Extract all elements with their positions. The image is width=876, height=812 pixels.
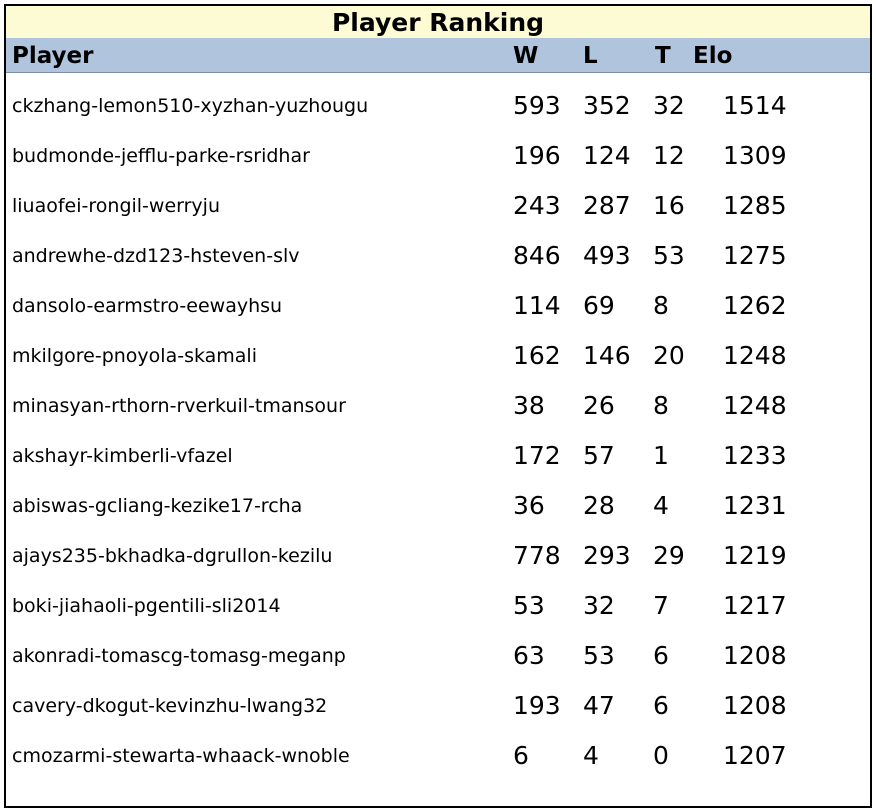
ties-cell: 29: [653, 541, 685, 570]
table-row: liuaofei-rongil-werryju 243 287 16 1285: [6, 181, 870, 231]
losses-cell: 493: [583, 241, 631, 270]
losses-cell: 69: [583, 291, 615, 320]
ties-cell: 6: [653, 641, 669, 670]
table-row: akonradi-tomascg-tomasg-meganp 63 53 6 1208: [6, 631, 870, 681]
table-title: Player Ranking: [6, 6, 870, 38]
losses-cell: 26: [583, 391, 615, 420]
wins-cell: 778: [513, 541, 561, 570]
ties-cell: 53: [653, 241, 685, 270]
table-row: cavery-dkogut-kevinzhu-lwang32 193 47 6 1208: [6, 681, 870, 731]
ties-cell: 20: [653, 341, 685, 370]
ties-cell: 1: [653, 441, 669, 470]
header-ties: T: [655, 43, 671, 69]
elo-cell: 1285: [723, 191, 787, 220]
player-name: cavery-dkogut-kevinzhu-lwang32: [12, 695, 328, 717]
player-name: akshayr-kimberli-vfazel: [12, 445, 233, 467]
player-name: dansolo-earmstro-eewayhsu: [12, 295, 283, 317]
table-header: Player W L T Elo: [6, 38, 870, 73]
elo-cell: 1208: [723, 691, 787, 720]
table-row: dansolo-earmstro-eewayhsu 114 69 8 1262: [6, 281, 870, 331]
elo-cell: 1514: [723, 91, 787, 120]
losses-cell: 352: [583, 91, 631, 120]
ties-cell: 8: [653, 391, 669, 420]
losses-cell: 287: [583, 191, 631, 220]
elo-cell: 1208: [723, 641, 787, 670]
player-name: andrewhe-dzd123-hsteven-slv: [12, 245, 300, 267]
ranking-table: Player Ranking Player W L T Elo ckzhang-…: [4, 4, 872, 808]
wins-cell: 114: [513, 291, 561, 320]
header-losses: L: [583, 43, 598, 69]
ties-cell: 6: [653, 691, 669, 720]
losses-cell: 28: [583, 491, 615, 520]
player-name: mkilgore-pnoyola-skamali: [12, 345, 257, 367]
table-row: boki-jiahaoli-pgentili-sli2014 53 32 7 1217: [6, 581, 870, 631]
wins-cell: 6: [513, 741, 529, 770]
table-row: ajays235-bkhadka-dgrullon-kezilu 778 293 29…: [6, 531, 870, 581]
wins-cell: 243: [513, 191, 561, 220]
losses-cell: 146: [583, 341, 631, 370]
elo-cell: 1233: [723, 441, 787, 470]
wins-cell: 162: [513, 341, 561, 370]
player-name: akonradi-tomascg-tomasg-meganp: [12, 645, 346, 667]
table-row: minasyan-rthorn-rverkuil-tmansour 38 26 8 12…: [6, 381, 870, 431]
player-name: budmonde-jefflu-parke-rsridhar: [12, 145, 310, 167]
elo-cell: 1207: [723, 741, 787, 770]
player-name: liuaofei-rongil-werryju: [12, 195, 220, 217]
losses-cell: 124: [583, 141, 631, 170]
losses-cell: 53: [583, 641, 615, 670]
player-name: ckzhang-lemon510-xyzhan-yuzhougu: [12, 95, 369, 117]
wins-cell: 38: [513, 391, 545, 420]
player-name: minasyan-rthorn-rverkuil-tmansour: [12, 395, 346, 417]
table-row: abiswas-gcliang-kezike17-rcha 36 28 4 1231: [6, 481, 870, 531]
ties-cell: 4: [653, 491, 669, 520]
losses-cell: 293: [583, 541, 631, 570]
header-wins: W: [513, 43, 539, 69]
wins-cell: 593: [513, 91, 561, 120]
ties-cell: 16: [653, 191, 685, 220]
losses-cell: 4: [583, 741, 599, 770]
elo-cell: 1248: [723, 391, 787, 420]
ties-cell: 32: [653, 91, 685, 120]
player-name: boki-jiahaoli-pgentili-sli2014: [12, 595, 281, 617]
table-row: mkilgore-pnoyola-skamali 162 146 20 1248: [6, 331, 870, 381]
losses-cell: 57: [583, 441, 615, 470]
ties-cell: 12: [653, 141, 685, 170]
ties-cell: 0: [653, 741, 669, 770]
player-name: cmozarmi-stewarta-whaack-wnoble: [12, 745, 350, 767]
table-row: akshayr-kimberli-vfazel 172 57 1 1233: [6, 431, 870, 481]
elo-cell: 1231: [723, 491, 787, 520]
elo-cell: 1275: [723, 241, 787, 270]
player-name: abiswas-gcliang-kezike17-rcha: [12, 495, 303, 517]
wins-cell: 172: [513, 441, 561, 470]
table-row: ckzhang-lemon510-xyzhan-yuzhougu 593 352 32…: [6, 81, 870, 131]
header-player: Player: [12, 43, 94, 69]
elo-cell: 1217: [723, 591, 787, 620]
player-name: ajays235-bkhadka-dgrullon-kezilu: [12, 545, 333, 567]
table-row: andrewhe-dzd123-hsteven-slv 846 493 53 1275: [6, 231, 870, 281]
table-row: budmonde-jefflu-parke-rsridhar 196 124 12 13…: [6, 131, 870, 181]
wins-cell: 196: [513, 141, 561, 170]
ties-cell: 8: [653, 291, 669, 320]
losses-cell: 47: [583, 691, 615, 720]
wins-cell: 846: [513, 241, 561, 270]
losses-cell: 32: [583, 591, 615, 620]
header-elo: Elo: [693, 43, 733, 69]
elo-cell: 1219: [723, 541, 787, 570]
wins-cell: 63: [513, 641, 545, 670]
ties-cell: 7: [653, 591, 669, 620]
elo-cell: 1309: [723, 141, 787, 170]
wins-cell: 193: [513, 691, 561, 720]
table-row: cmozarmi-stewarta-whaack-wnoble 6 4 0 1207: [6, 731, 870, 781]
elo-cell: 1262: [723, 291, 787, 320]
elo-cell: 1248: [723, 341, 787, 370]
wins-cell: 36: [513, 491, 545, 520]
wins-cell: 53: [513, 591, 545, 620]
